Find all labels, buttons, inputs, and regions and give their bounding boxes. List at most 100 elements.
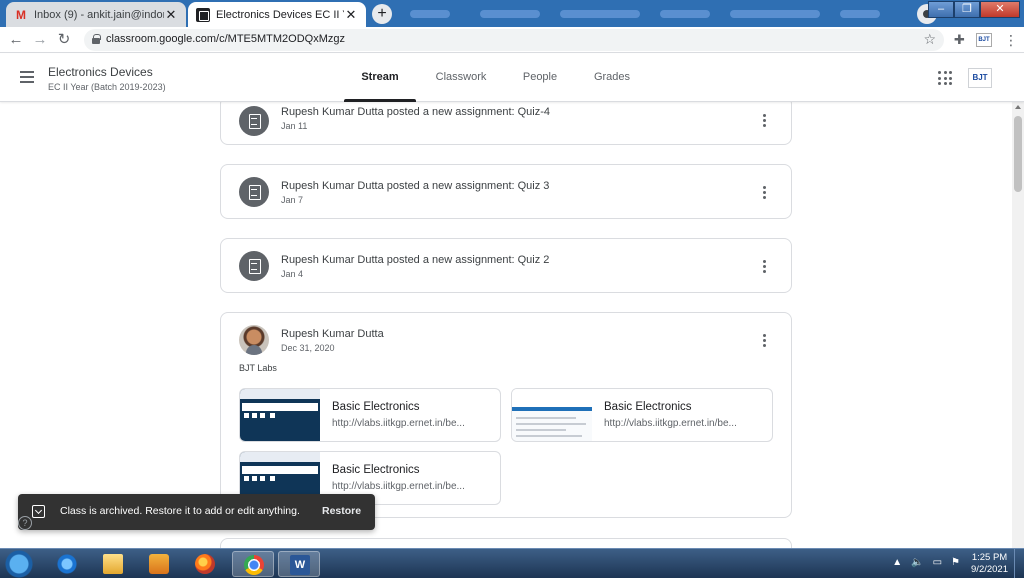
attachment-link[interactable]: Basic Electronics http://vlabs.iitkgp.er… — [511, 388, 773, 442]
bookmark-star-icon[interactable]: ☆ — [923, 31, 936, 48]
word-icon: W — [290, 555, 310, 575]
windows-taskbar: W ▲ 🔈 ▭ ⚑ 1:25 PM 9/2/2021 — [0, 548, 1024, 578]
browser-tab-classroom[interactable]: Electronics Devices EC II Year (Ba ✕ — [188, 2, 366, 27]
internet-explorer-icon — [57, 554, 77, 574]
assignment-card[interactable]: Rupesh Kumar Dutta posted a new assignme… — [220, 102, 792, 145]
attachment-title: Basic Electronics — [332, 401, 420, 413]
close-tab-icon[interactable]: ✕ — [164, 7, 178, 23]
network-icon[interactable]: ▭ — [933, 557, 942, 568]
address-bar-row: ← → ↻ classroom.google.com/c/MTE5MTM2ODQ… — [0, 27, 1024, 53]
assignment-date: Jan 4 — [281, 269, 304, 279]
chrome-icon — [244, 555, 264, 575]
attachment-url: http://vlabs.iitkgp.ernet.in/be... — [332, 481, 465, 492]
browser-tab-gmail[interactable]: M Inbox (9) - ankit.jain@indoreinsti ✕ — [6, 2, 186, 27]
more-vert-icon[interactable] — [761, 334, 767, 348]
url-text: classroom.google.com/c/MTE5MTM2ODQxMzgz — [106, 33, 345, 45]
post-text: BJT Labs — [239, 363, 277, 373]
class-name[interactable]: Electronics Devices — [48, 65, 153, 79]
restore-icon — [32, 505, 45, 518]
tab-grades[interactable]: Grades — [574, 54, 650, 102]
next-card — [220, 538, 792, 548]
attachment-title: Basic Electronics — [332, 464, 420, 476]
reload-icon[interactable]: ↻ — [54, 30, 74, 50]
tab-title: Electronics Devices EC II Year (Ba — [216, 8, 344, 21]
browser-menu-icon[interactable]: ⋮ — [1004, 32, 1018, 49]
taskbar-clock[interactable]: 1:25 PM 9/2/2021 — [971, 552, 1008, 576]
minimize-button[interactable]: – — [928, 1, 954, 18]
taskbar-word[interactable]: W — [278, 551, 320, 577]
scroll-thumb[interactable] — [1014, 116, 1022, 192]
announcement-card: Rupesh Kumar Dutta Dec 31, 2020 BJT Labs… — [220, 312, 792, 518]
forward-arrow-icon[interactable]: → — [30, 30, 50, 50]
new-tab-button[interactable]: + — [372, 4, 392, 24]
assignment-title: Rupesh Kumar Dutta posted a new assignme… — [281, 106, 551, 118]
page-scrollbar[interactable] — [1012, 102, 1024, 548]
attachment-link[interactable]: Basic Electronics http://vlabs.iitkgp.er… — [239, 388, 501, 442]
google-apps-icon[interactable] — [938, 71, 952, 85]
taskbar-media-player[interactable] — [138, 551, 180, 577]
tab-stream[interactable]: Stream — [344, 54, 416, 102]
clock-time: 1:25 PM — [971, 552, 1008, 563]
tab-title: Inbox (9) - ankit.jain@indoreinsti — [34, 8, 164, 21]
more-vert-icon[interactable] — [761, 260, 767, 274]
assignment-icon — [239, 177, 269, 207]
hamburger-menu-icon[interactable] — [20, 71, 34, 83]
assignment-date: Jan 7 — [281, 195, 304, 205]
close-tab-icon[interactable]: ✕ — [344, 7, 358, 23]
extensions-puzzle-icon[interactable]: ✚ — [954, 32, 965, 48]
help-icon[interactable]: ? — [18, 516, 32, 530]
url-bar[interactable]: classroom.google.com/c/MTE5MTM2ODQxMzgz … — [84, 29, 944, 51]
gmail-icon: M — [16, 7, 26, 22]
post-author: Rupesh Kumar Dutta — [281, 328, 384, 340]
blurred-tabs — [400, 6, 900, 22]
assignment-card[interactable]: Rupesh Kumar Dutta posted a new assignme… — [220, 238, 792, 293]
snackbar-message: Class is archived. Restore it to add or … — [60, 505, 300, 517]
show-desktop-button[interactable] — [1014, 549, 1024, 578]
volume-icon[interactable]: 🔈 — [911, 557, 923, 568]
attachment-url: http://vlabs.iitkgp.ernet.in/be... — [332, 418, 465, 429]
maximize-button[interactable]: ❐ — [954, 1, 980, 18]
start-button-icon[interactable] — [4, 550, 34, 578]
clock-date: 9/2/2021 — [971, 564, 1008, 575]
show-hidden-icons-icon[interactable]: ▲ — [892, 557, 902, 568]
more-vert-icon[interactable] — [761, 186, 767, 200]
assignment-title: Rupesh Kumar Dutta posted a new assignme… — [281, 180, 550, 192]
classroom-icon — [196, 7, 210, 22]
tab-classwork[interactable]: Classwork — [416, 54, 506, 102]
assignment-icon — [239, 251, 269, 281]
assignment-title: Rupesh Kumar Dutta posted a new assignme… — [281, 254, 550, 266]
restore-button[interactable]: Restore — [322, 505, 361, 517]
classroom-tabs: Stream Classwork People Grades — [344, 54, 650, 102]
assignment-date: Jan 11 — [281, 121, 308, 131]
extension-logo[interactable]: BJT — [976, 33, 992, 47]
browser-tab-strip: M Inbox (9) - ankit.jain@indoreinsti ✕ E… — [0, 0, 1024, 27]
taskbar-firefox[interactable] — [184, 551, 226, 577]
taskbar-ie[interactable] — [46, 551, 88, 577]
action-center-flag-icon[interactable]: ⚑ — [951, 557, 960, 568]
class-section: EC II Year (Batch 2019-2023) — [48, 82, 166, 92]
tab-people[interactable]: People — [506, 54, 574, 102]
account-logo[interactable]: BJT — [968, 68, 992, 88]
assignment-card[interactable]: Rupesh Kumar Dutta posted a new assignme… — [220, 164, 792, 219]
window-close-button[interactable]: ✕ — [980, 1, 1020, 18]
firefox-icon — [195, 554, 215, 574]
taskbar-explorer[interactable] — [92, 551, 134, 577]
attachment-title: Basic Electronics — [604, 401, 692, 413]
folder-icon — [103, 554, 123, 574]
stream-content: Rupesh Kumar Dutta posted a new assignme… — [0, 102, 1012, 548]
more-vert-icon[interactable] — [761, 114, 767, 128]
attachment-thumbnail — [240, 389, 320, 441]
attachment-url: http://vlabs.iitkgp.ernet.in/be... — [604, 418, 737, 429]
assignment-icon — [239, 106, 269, 136]
back-arrow-icon[interactable]: ← — [6, 30, 26, 50]
window-controls: – ❐ ✕ — [928, 1, 1020, 18]
archived-snackbar: Class is archived. Restore it to add or … — [18, 494, 375, 530]
scroll-up-arrow-icon[interactable] — [1015, 105, 1021, 109]
media-player-icon — [149, 554, 169, 574]
author-avatar — [239, 325, 269, 355]
taskbar-chrome[interactable] — [232, 551, 274, 577]
lock-icon — [92, 34, 101, 44]
post-date: Dec 31, 2020 — [281, 343, 335, 353]
system-tray: ▲ 🔈 ▭ ⚑ — [892, 557, 960, 568]
attachment-thumbnail — [512, 389, 592, 441]
